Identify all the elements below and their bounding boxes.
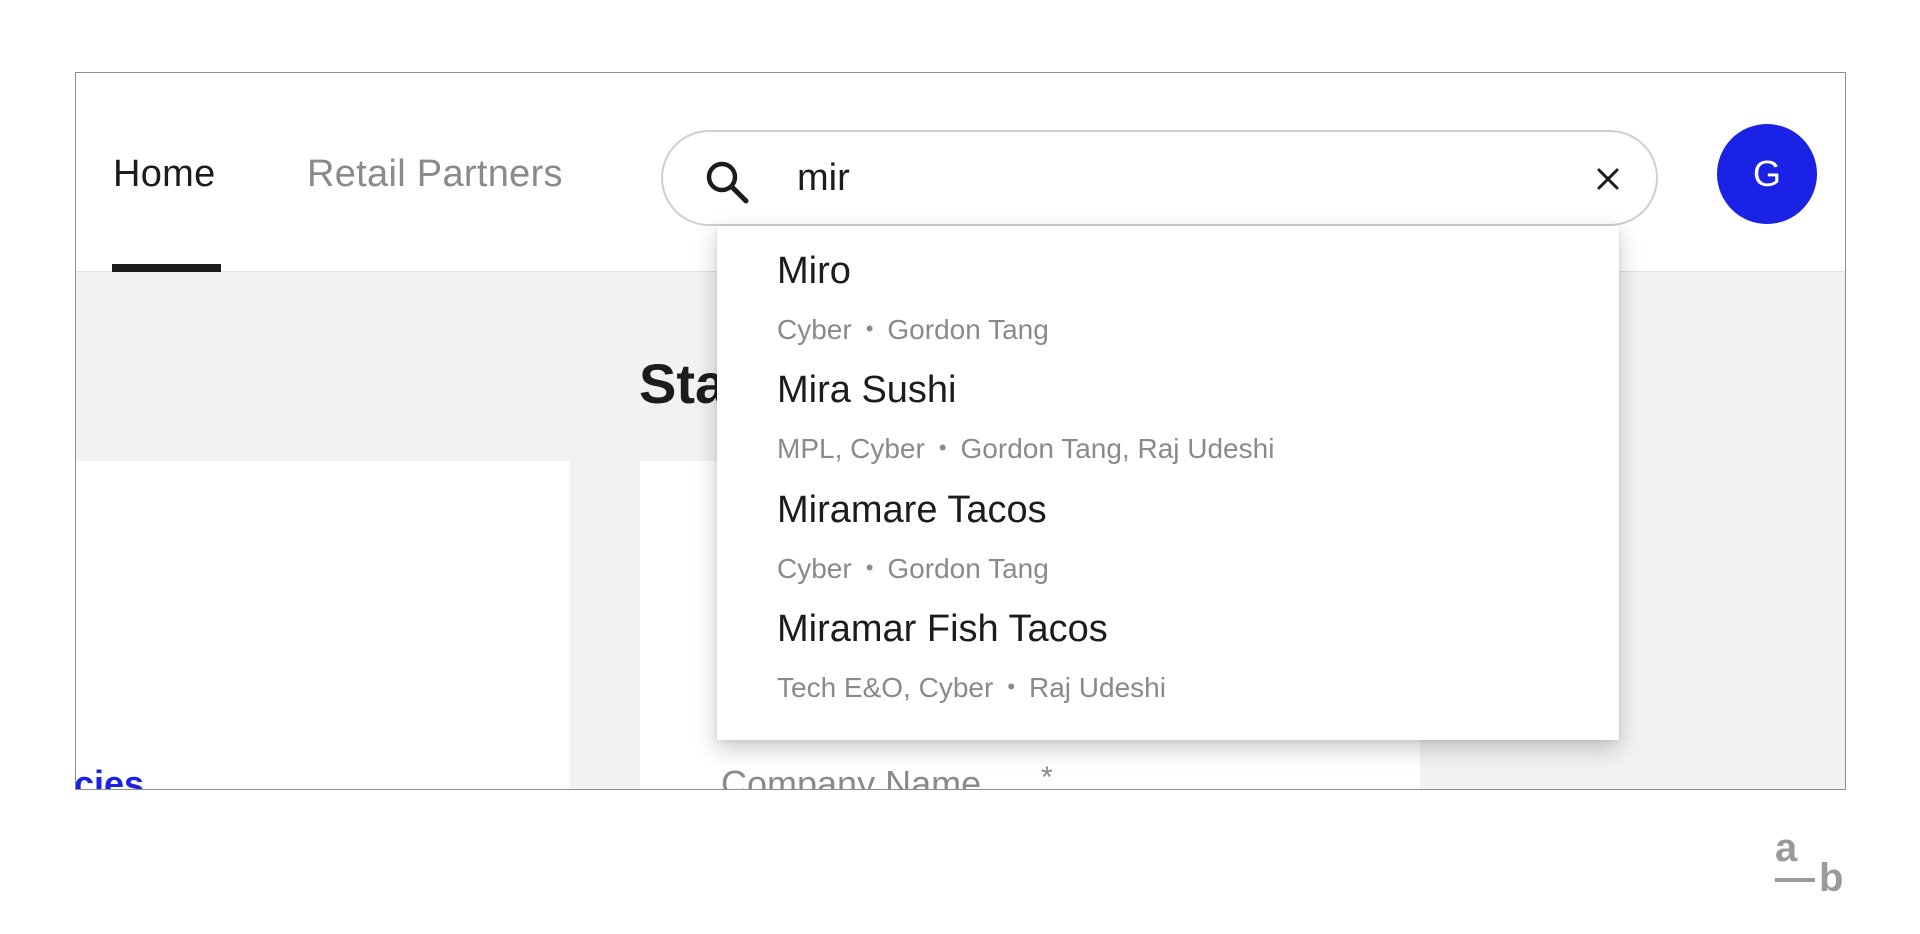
brand-logo: a b — [1767, 826, 1851, 906]
separator-dot: • — [938, 435, 947, 460]
search-result-item[interactable]: Mira Sushi MPL, Cyber • Gordon Tang, Raj U… — [717, 345, 1619, 465]
logo-divider — [1775, 878, 1815, 882]
active-tab-indicator — [112, 264, 221, 272]
policies-link[interactable]: icies — [76, 763, 144, 789]
result-tags: Tech E&O, Cyber — [777, 672, 994, 703]
result-title: Miramar Fish Tacos — [777, 608, 1108, 650]
side-card — [76, 461, 570, 789]
search-result-item[interactable]: Miro Cyber • Gordon Tang — [717, 226, 1619, 346]
separator-dot: • — [865, 316, 874, 341]
search-result-item[interactable]: Miramare Tacos Cyber • Gordon Tang — [717, 465, 1619, 585]
result-meta: Cyber • Gordon Tang — [777, 314, 1049, 346]
avatar[interactable]: G — [1717, 124, 1817, 224]
app-window: Sta icies Company Name * Home Retail Par… — [75, 72, 1846, 790]
result-people: Gordon Tang, Raj Udeshi — [960, 433, 1275, 464]
logo-letter-a: a — [1775, 826, 1798, 870]
search-bar[interactable] — [661, 130, 1658, 226]
result-tags: Cyber — [777, 553, 852, 584]
result-meta: MPL, Cyber • Gordon Tang, Raj Udeshi — [777, 433, 1274, 465]
result-meta: Tech E&O, Cyber • Raj Udeshi — [777, 672, 1166, 704]
company-name-label: Company Name — [721, 763, 982, 790]
required-marker: * — [1041, 761, 1053, 790]
search-icon — [706, 161, 749, 204]
result-people: Gordon Tang — [887, 553, 1049, 584]
result-tags: Cyber — [777, 314, 852, 345]
result-title: Miro — [777, 250, 851, 292]
tab-home[interactable]: Home — [113, 153, 216, 196]
separator-dot: • — [865, 555, 874, 580]
result-title: Miramare Tacos — [777, 489, 1047, 531]
separator-dot: • — [1007, 674, 1016, 699]
search-input[interactable] — [797, 148, 1577, 208]
tab-retail-partners[interactable]: Retail Partners — [307, 153, 563, 196]
search-results-dropdown: Miro Cyber • Gordon Tang Mira Sushi MPL, C… — [717, 226, 1619, 740]
result-people: Raj Udeshi — [1029, 672, 1166, 703]
search-result-item[interactable]: Miramar Fish Tacos Tech E&O, Cyber • Raj U… — [717, 584, 1619, 704]
result-title: Mira Sushi — [777, 369, 957, 411]
result-meta: Cyber • Gordon Tang — [777, 553, 1049, 585]
result-tags: MPL, Cyber — [777, 433, 925, 464]
logo-letter-b: b — [1819, 856, 1844, 900]
result-people: Gordon Tang — [887, 314, 1049, 345]
page-title: Sta — [639, 352, 727, 415]
close-icon[interactable] — [1593, 164, 1623, 194]
